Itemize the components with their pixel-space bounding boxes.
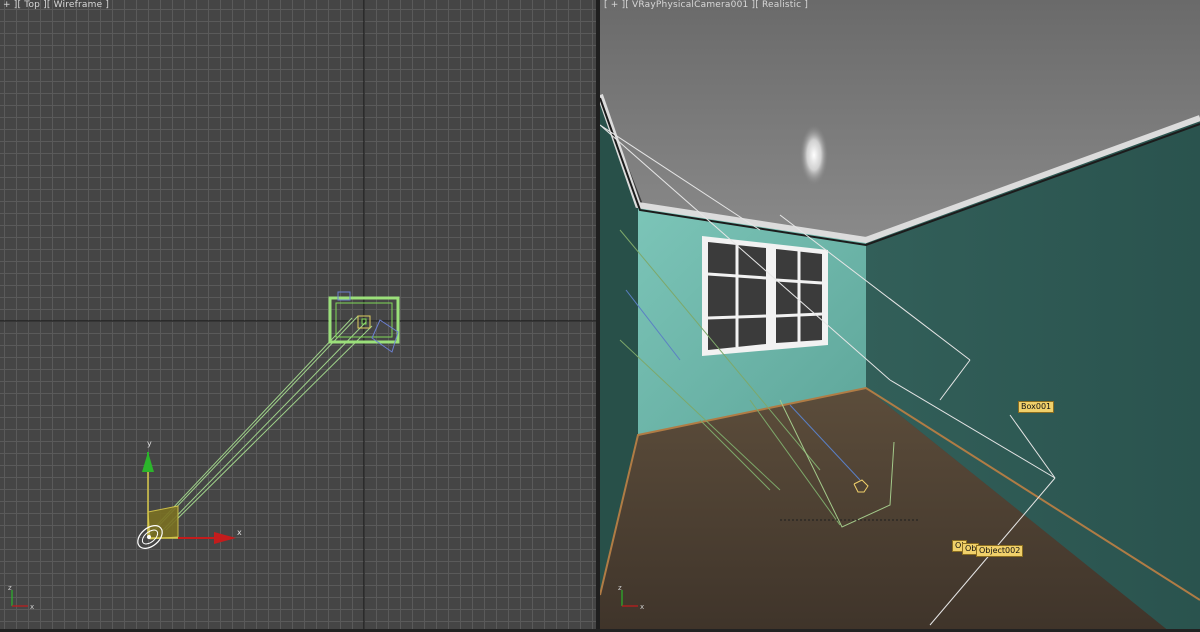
camera-mini-axis-y-label: z bbox=[618, 584, 622, 592]
top-viewport-canvas[interactable]: y x z x bbox=[0, 0, 596, 632]
gizmo-y-label: y bbox=[147, 439, 152, 448]
mini-axis-y-label: z bbox=[8, 584, 12, 592]
object-tag-object002[interactable]: Object002 bbox=[976, 545, 1024, 557]
top-viewport-label[interactable]: + ][ Top ][ Wireframe ] bbox=[3, 0, 109, 10]
mini-axis-x-label: x bbox=[30, 603, 34, 611]
viewport-axis-tripod bbox=[11, 590, 28, 607]
top-viewport[interactable]: y x z x + ][ Top ][ Wireframe ] bbox=[0, 0, 596, 632]
camera-viewport-canvas[interactable]: z x bbox=[600, 0, 1200, 632]
gizmo-x-label: x bbox=[237, 528, 242, 537]
camera-viewport[interactable]: z x [ + ][ VRayPhysicalCamera001 ][ Real… bbox=[600, 0, 1200, 632]
gizmo-x-arrow[interactable] bbox=[214, 532, 236, 544]
gizmo-y-arrow[interactable] bbox=[142, 452, 154, 472]
camera-gizmo[interactable] bbox=[133, 452, 236, 553]
window bbox=[702, 236, 828, 356]
camera-frustum-lines bbox=[149, 315, 373, 536]
object-tag-box001[interactable]: Box001 bbox=[1018, 401, 1055, 413]
ceiling-light bbox=[800, 125, 828, 185]
camera-viewport-label[interactable]: [ + ][ VRayPhysicalCamera001 ][ Realisti… bbox=[604, 0, 808, 10]
camera-mini-axis-x-label: x bbox=[640, 603, 644, 611]
